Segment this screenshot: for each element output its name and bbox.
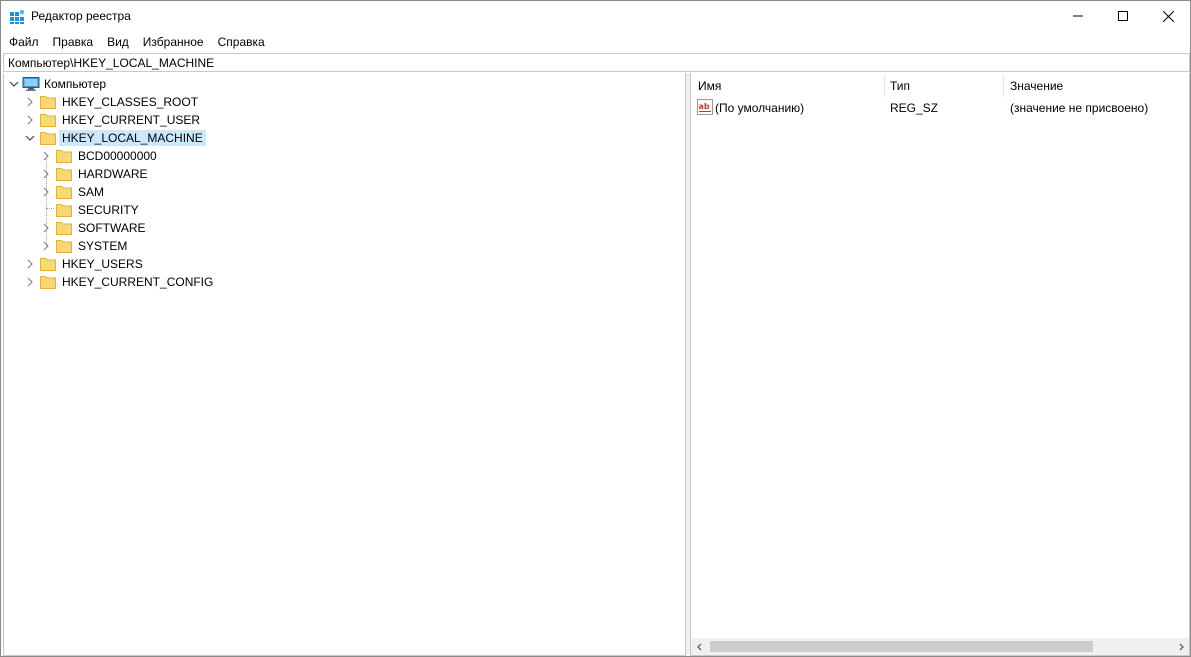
collapse-chevron-icon[interactable] <box>8 75 20 93</box>
tree-node-computer[interactable]: Компьютер <box>8 75 109 93</box>
tree-node-label: HKEY_USERS <box>62 257 143 271</box>
expand-chevron-icon[interactable] <box>40 237 52 255</box>
maximize-icon <box>1118 11 1128 21</box>
folder-icon <box>56 186 72 199</box>
tree-node-hkey-current-config[interactable]: HKEY_CURRENT_CONFIG <box>24 273 216 291</box>
string-value-icon: ab <box>697 99 713 115</box>
folder-icon <box>40 114 56 127</box>
registry-app-icon <box>10 10 24 24</box>
tree-node-label: Компьютер <box>44 77 107 91</box>
values-list-pane[interactable]: Имя Тип Значение ab (По умолчанию) REG_S… <box>690 73 1190 656</box>
expand-chevron-icon[interactable] <box>24 255 36 273</box>
menu-favorites[interactable]: Избранное <box>136 33 211 52</box>
tree-node-label: HKEY_CURRENT_USER <box>62 113 201 127</box>
list-header: Имя Тип Значение <box>691 73 1189 97</box>
minimize-icon <box>1073 15 1083 17</box>
tree-node-hardware[interactable]: HARDWARE <box>40 165 151 183</box>
expand-chevron-icon[interactable] <box>40 147 52 165</box>
tree-node-sam[interactable]: SAM <box>40 183 107 201</box>
tree-node-hkey-local-machine[interactable]: HKEY_LOCAL_MACHINE <box>24 129 206 147</box>
collapse-chevron-icon[interactable] <box>24 129 36 147</box>
folder-icon <box>56 150 72 163</box>
key-tree-pane[interactable]: Компьютер HKEY_CLASSES_ROOT HKEY_CURRENT… <box>3 73 686 656</box>
folder-icon <box>40 96 56 109</box>
value-type: REG_SZ <box>890 101 939 115</box>
folder-icon <box>56 168 72 181</box>
window-title: Редактор реестра <box>31 9 131 23</box>
scroll-right-button[interactable] <box>1172 638 1189 655</box>
close-button[interactable] <box>1145 1 1191 31</box>
tree-node-bcd00000000[interactable]: BCD00000000 <box>40 147 160 165</box>
registry-editor-window: Редактор реестра Файл Правка Вид Избранн… <box>0 0 1191 657</box>
column-divider[interactable] <box>884 75 885 97</box>
horizontal-scrollbar[interactable] <box>691 638 1189 655</box>
title-bar[interactable]: Редактор реестра <box>1 1 1190 32</box>
expand-chevron-icon[interactable] <box>40 183 52 201</box>
value-data: (значение не присвоено) <box>1010 101 1149 115</box>
menu-view[interactable]: Вид <box>100 33 136 52</box>
expand-chevron-icon[interactable] <box>40 219 52 237</box>
tree-node-software[interactable]: SOFTWARE <box>40 219 149 237</box>
scrollbar-thumb[interactable] <box>710 641 1093 652</box>
minimize-button[interactable] <box>1055 1 1101 31</box>
svg-text:ab: ab <box>699 102 710 111</box>
tree-node-system[interactable]: SYSTEM <box>40 237 130 255</box>
column-divider[interactable] <box>1003 75 1004 97</box>
address-path: Компьютер\HKEY_LOCAL_MACHINE <box>8 56 215 70</box>
tree-node-hkey-users[interactable]: HKEY_USERS <box>24 255 146 273</box>
folder-icon <box>40 132 56 145</box>
tree-node-hkey-classes-root[interactable]: HKEY_CLASSES_ROOT <box>24 93 201 111</box>
tree-node-label: SECURITY <box>78 203 139 217</box>
menu-file[interactable]: Файл <box>1 33 46 52</box>
scroll-left-button[interactable] <box>691 638 708 655</box>
column-header-value[interactable]: Значение <box>1010 79 1063 93</box>
expand-chevron-icon[interactable] <box>40 165 52 183</box>
column-header-type[interactable]: Тип <box>890 79 910 93</box>
expand-chevron-icon[interactable] <box>24 93 36 111</box>
folder-icon <box>40 276 56 289</box>
maximize-button[interactable] <box>1100 1 1146 31</box>
close-icon <box>1162 10 1174 22</box>
tree-node-label: SAM <box>78 185 105 199</box>
chevron-left-icon <box>696 643 701 650</box>
chevron-right-icon <box>1179 643 1184 650</box>
address-bar[interactable]: Компьютер\HKEY_LOCAL_MACHINE <box>3 53 1190 72</box>
value-name: (По умолчанию) <box>715 101 805 115</box>
menu-edit[interactable]: Правка <box>46 33 101 52</box>
tree-node-label: HARDWARE <box>78 167 148 181</box>
tree-node-label: SOFTWARE <box>78 221 146 235</box>
menu-help[interactable]: Справка <box>211 33 272 52</box>
tree-node-label: HKEY_LOCAL_MACHINE <box>59 130 206 146</box>
tree-node-security[interactable]: SECURITY <box>40 201 142 219</box>
folder-icon <box>40 258 56 271</box>
menu-bar: Файл Правка Вид Избранное Справка <box>1 33 272 52</box>
column-header-name[interactable]: Имя <box>698 79 721 93</box>
tree-node-label: HKEY_CURRENT_CONFIG <box>62 275 214 289</box>
expand-chevron-icon[interactable] <box>24 273 36 291</box>
folder-icon <box>56 204 72 217</box>
tree-node-label: HKEY_CLASSES_ROOT <box>62 95 199 109</box>
tree-node-label: BCD00000000 <box>78 149 157 163</box>
tree-node-label: SYSTEM <box>78 239 128 253</box>
expand-chevron-icon[interactable] <box>24 111 36 129</box>
folder-icon <box>56 240 72 253</box>
list-row[interactable]: ab (По умолчанию) REG_SZ (значение не пр… <box>691 99 1189 117</box>
tree-node-hkey-current-user[interactable]: HKEY_CURRENT_USER <box>24 111 203 129</box>
computer-icon <box>22 77 40 91</box>
folder-icon <box>56 222 72 235</box>
